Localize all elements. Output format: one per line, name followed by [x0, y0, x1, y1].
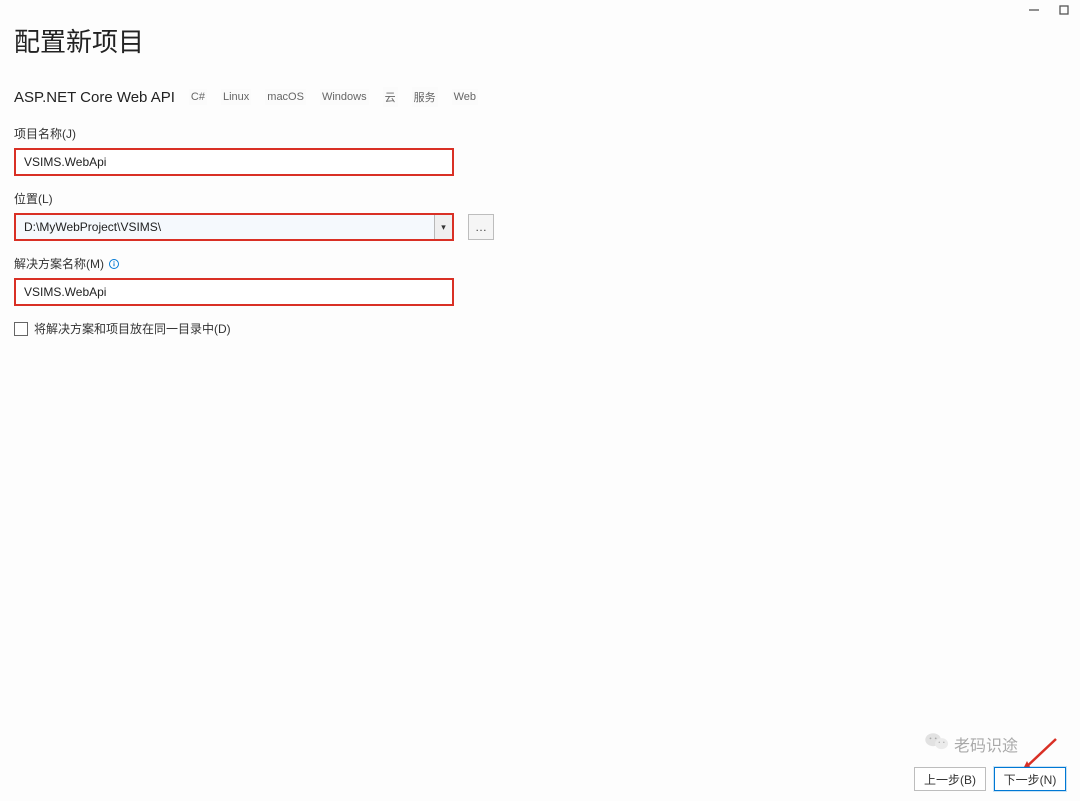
- template-row: ASP.NET Core Web API C# Linux macOS Wind…: [14, 87, 1066, 107]
- solution-name-input[interactable]: [14, 278, 454, 306]
- minimize-button[interactable]: [1028, 4, 1040, 16]
- same-directory-row[interactable]: 将解决方案和项目放在同一目录中(D): [14, 320, 1066, 337]
- location-input[interactable]: [16, 215, 434, 239]
- same-directory-label: 将解决方案和项目放在同一目录中(D): [34, 320, 231, 337]
- browse-button[interactable]: …: [468, 214, 494, 240]
- info-icon[interactable]: [108, 258, 120, 270]
- template-tag: macOS: [265, 89, 306, 105]
- project-name-input[interactable]: [14, 148, 454, 176]
- project-name-group: 项目名称(J): [14, 125, 1066, 176]
- next-button[interactable]: 下一步(N): [994, 767, 1066, 791]
- watermark: 老码识途: [924, 728, 1018, 759]
- chevron-down-icon: ▾: [441, 222, 446, 233]
- same-directory-checkbox[interactable]: [14, 322, 28, 336]
- back-button[interactable]: 上一步(B): [914, 767, 986, 791]
- solution-name-label: 解决方案名称(M): [14, 255, 104, 272]
- maximize-button[interactable]: [1058, 4, 1070, 16]
- template-tag: C#: [189, 89, 207, 105]
- location-dropdown-button[interactable]: ▾: [434, 215, 452, 239]
- template-name: ASP.NET Core Web API: [14, 89, 175, 106]
- project-name-label: 项目名称(J): [14, 125, 1066, 142]
- template-tag: 云: [383, 87, 398, 107]
- template-tag: 服务: [412, 87, 438, 107]
- wizard-footer: 上一步(B) 下一步(N): [914, 767, 1066, 791]
- template-tag: Windows: [320, 89, 369, 105]
- location-combobox[interactable]: ▾: [14, 213, 454, 241]
- location-group: 位置(L) ▾ …: [14, 190, 1066, 241]
- location-label: 位置(L): [14, 190, 1066, 207]
- watermark-text: 老码识途: [954, 732, 1018, 756]
- wizard-content: 配置新项目 ASP.NET Core Web API C# Linux macO…: [0, 0, 1080, 337]
- template-tag: Web: [452, 89, 478, 105]
- page-title: 配置新项目: [14, 22, 1066, 59]
- template-tag: Linux: [221, 89, 251, 105]
- wechat-icon: [924, 728, 950, 759]
- solution-name-group: 解决方案名称(M): [14, 255, 1066, 306]
